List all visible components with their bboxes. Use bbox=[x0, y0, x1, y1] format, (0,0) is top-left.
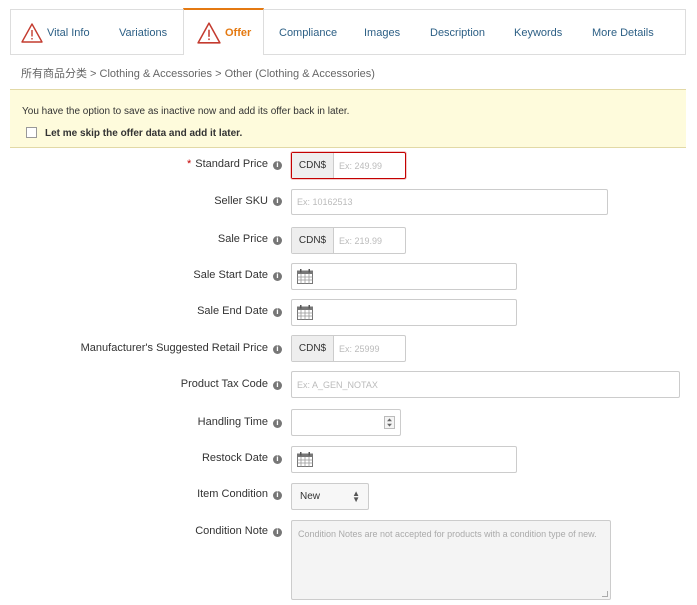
info-icon[interactable]: i bbox=[273, 197, 282, 206]
info-icon[interactable]: i bbox=[273, 455, 282, 464]
standard-price-label: * Standard Price bbox=[187, 158, 268, 170]
tab-label: Compliance bbox=[279, 26, 338, 39]
calendar-icon[interactable] bbox=[297, 452, 313, 467]
tab-more-details[interactable]: More Details bbox=[592, 10, 654, 55]
info-icon[interactable]: i bbox=[273, 272, 282, 281]
tab-bar: Vital Info Variations Offer Compliance I… bbox=[10, 8, 686, 55]
tab-label: Images bbox=[364, 26, 401, 39]
tab-label: More Details bbox=[592, 26, 654, 39]
info-icon[interactable]: i bbox=[273, 381, 282, 390]
item-condition-select[interactable]: New ▲ ▼ bbox=[291, 483, 369, 510]
breadcrumb[interactable]: 所有商品分类 > Clothing & Accessories > Other … bbox=[21, 65, 375, 81]
product-tax-code-label: Product Tax Code bbox=[180, 378, 268, 390]
product-tax-code-field[interactable]: Ex: A_GEN_NOTAX bbox=[291, 371, 680, 398]
sale-price-label: Sale Price bbox=[217, 233, 268, 245]
sale-price-input[interactable]: Ex: 219.99 bbox=[334, 236, 382, 246]
seller-sku-field[interactable]: Ex: 10162513 bbox=[291, 189, 608, 215]
tab-description[interactable]: Description bbox=[430, 10, 485, 55]
info-icon[interactable]: i bbox=[273, 236, 282, 245]
sale-price-field[interactable]: CDN$ Ex: 219.99 bbox=[291, 227, 406, 254]
info-icon[interactable]: i bbox=[273, 308, 282, 317]
item-condition-value: New bbox=[300, 491, 321, 502]
label-text: Standard Price bbox=[195, 158, 268, 170]
tab-images[interactable]: Images bbox=[364, 10, 400, 55]
condition-note-textarea[interactable]: Condition Notes are not accepted for pro… bbox=[291, 520, 611, 600]
product-tax-code-input[interactable]: Ex: A_GEN_NOTAX bbox=[292, 380, 378, 390]
msrp-field[interactable]: CDN$ Ex: 25999 bbox=[291, 335, 406, 362]
sale-end-date-label: Sale End Date bbox=[197, 305, 268, 317]
seller-sku-label: Seller SKU bbox=[214, 195, 268, 207]
condition-note-placeholder: Condition Notes are not accepted for pro… bbox=[298, 529, 597, 539]
chevron-updown-icon: ▲ ▼ bbox=[352, 489, 360, 504]
info-icon[interactable]: i bbox=[273, 345, 282, 354]
tab-label: Variations bbox=[119, 26, 168, 39]
calendar-icon[interactable] bbox=[297, 305, 313, 320]
calendar-icon[interactable] bbox=[297, 269, 313, 284]
standard-price-input[interactable]: Ex: 249.99 bbox=[334, 161, 382, 171]
msrp-label: Manufacturer's Suggested Retail Price bbox=[80, 342, 268, 354]
info-icon[interactable]: i bbox=[273, 161, 282, 170]
tab-label: Description bbox=[430, 26, 486, 39]
tab-variations[interactable]: Variations bbox=[119, 10, 167, 55]
info-icon[interactable]: i bbox=[273, 491, 282, 500]
msrp-input[interactable]: Ex: 25999 bbox=[334, 344, 380, 354]
warning-icon bbox=[197, 21, 221, 44]
restock-date-label: Restock Date bbox=[201, 452, 268, 464]
tab-label: Vital Info bbox=[47, 26, 90, 39]
tab-keywords[interactable]: Keywords bbox=[514, 10, 562, 55]
standard-price-field[interactable]: CDN$ Ex: 249.99 bbox=[291, 152, 406, 179]
seller-sku-input[interactable]: Ex: 10162513 bbox=[292, 197, 353, 207]
handling-time-label: Handling Time bbox=[197, 416, 268, 428]
resize-handle[interactable] bbox=[602, 591, 608, 597]
warning-icon bbox=[21, 22, 43, 43]
skip-offer-label[interactable]: Let me skip the offer data and add it la… bbox=[45, 128, 242, 139]
stepper-icon bbox=[387, 418, 392, 427]
info-icon[interactable]: i bbox=[273, 419, 282, 428]
tab-label: Offer bbox=[225, 26, 252, 39]
item-condition-label: Item Condition bbox=[197, 488, 268, 500]
condition-note-label: Condition Note bbox=[195, 525, 268, 537]
notice-banner: You have the option to save as inactive … bbox=[10, 89, 686, 148]
currency-label: CDN$ bbox=[292, 228, 334, 253]
tab-offer[interactable]: Offer bbox=[183, 8, 264, 55]
skip-offer-checkbox[interactable] bbox=[26, 127, 37, 138]
tab-label: Keywords bbox=[514, 26, 563, 39]
sale-start-date-field[interactable] bbox=[291, 263, 517, 290]
currency-label: CDN$ bbox=[292, 336, 334, 361]
tab-vital-info[interactable]: Vital Info bbox=[21, 10, 90, 55]
sale-start-date-label: Sale Start Date bbox=[193, 269, 268, 281]
required-marker: * bbox=[186, 158, 192, 170]
sale-end-date-field[interactable] bbox=[291, 299, 517, 326]
tab-compliance[interactable]: Compliance bbox=[279, 10, 337, 55]
currency-label: CDN$ bbox=[292, 153, 334, 178]
notice-text: You have the option to save as inactive … bbox=[22, 106, 350, 117]
handling-time-field[interactable] bbox=[291, 409, 401, 436]
stepper-arrows[interactable] bbox=[384, 416, 395, 429]
restock-date-field[interactable] bbox=[291, 446, 517, 473]
info-icon[interactable]: i bbox=[273, 528, 282, 537]
